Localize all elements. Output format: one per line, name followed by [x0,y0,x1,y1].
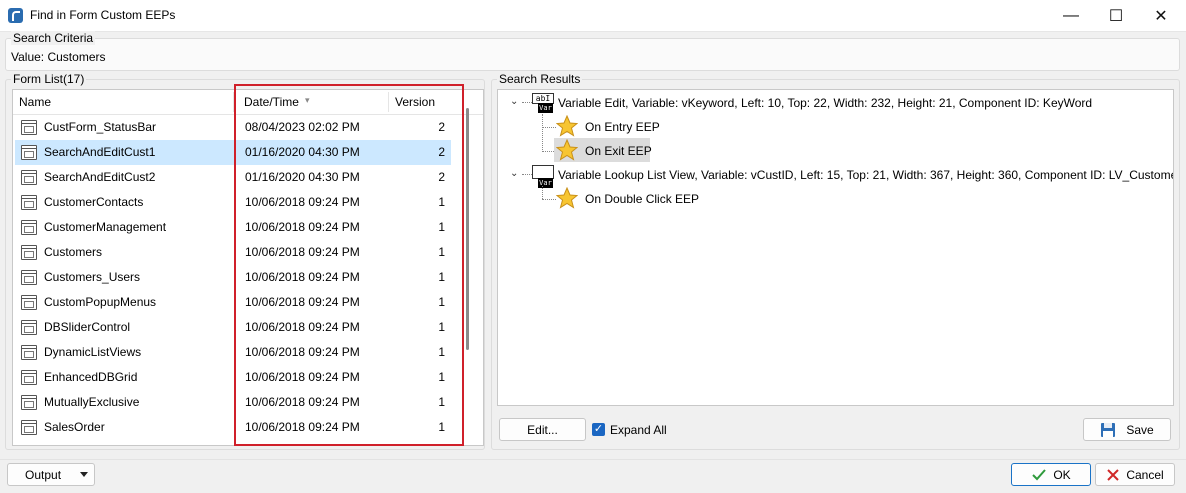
tree-connector [542,127,556,128]
expand-all-label[interactable]: Expand All [610,423,667,437]
form-name: EnhancedDBGrid [44,370,138,384]
tree-connector [522,102,532,103]
tree-node-label[interactable]: On Entry EEP [585,120,660,134]
expand-all-checkbox[interactable]: ✓ [592,423,605,436]
chevron-down-icon[interactable]: ⌄ [510,168,518,179]
maximize-button[interactable]: ☐ [1093,0,1139,31]
form-name: SearchAndEditCust1 [44,145,156,159]
form-name: CustomerManagement [44,220,167,234]
footer-separator [0,459,1186,460]
tree-node-label[interactable]: Variable Edit, Variable: vKeyword, Left:… [558,96,1092,110]
cancel-button[interactable]: Cancel [1095,463,1175,486]
tree-connector [522,174,532,175]
form-icon [21,195,37,210]
lookup-list-view-icon-top [532,165,554,179]
form-icon [21,270,37,285]
form-name: Customers_Users [44,270,141,284]
form-name: DBSliderControl [44,320,131,334]
form-name: SalesOrder [44,420,105,434]
search-criteria-group [5,38,1180,71]
chevron-down-icon[interactable]: ⌄ [510,96,518,107]
form-icon [21,420,37,435]
form-icon [21,395,37,410]
tree-connector [542,114,543,152]
search-results-tree[interactable]: ⌄ abI Var Variable Edit, Variable: vKeyw… [497,89,1174,406]
caret-down-icon [80,472,88,477]
variable-edit-icon: abI Var [532,93,554,113]
search-value-text: Value: Customers [11,50,106,64]
search-results-legend: Search Results [497,72,583,86]
tree-node-label[interactable]: Variable Lookup List View, Variable: vCu… [558,168,1173,182]
form-name: Customers [44,245,103,259]
form-name: CustForm_StatusBar [44,120,157,134]
form-icon [21,145,37,160]
save-button[interactable]: Save [1083,418,1171,441]
form-icon [21,245,37,260]
form-name: CustomerContacts [44,195,144,209]
tree-node-label[interactable]: On Double Click EEP [585,192,699,206]
form-icon [21,120,37,135]
tree-node-label[interactable]: On Exit EEP [585,144,652,158]
ok-button[interactable]: OK [1011,463,1091,486]
title-bar: Find in Form Custom EEPs — ☐ ✕ [0,0,1186,32]
form-name: DynamicListViews [44,345,142,359]
save-label: Save [1126,422,1154,437]
star-icon [555,114,579,137]
checkmark-icon [1032,468,1047,480]
form-name: SearchAndEditCust2 [44,170,156,184]
tree-connector [542,199,556,200]
close-button[interactable]: ✕ [1138,0,1184,31]
star-icon [555,186,579,209]
app-icon [8,8,23,23]
tree-connector [542,186,543,199]
form-icon [21,295,37,310]
form-icon [21,345,37,360]
column-header-name[interactable]: Name [19,95,51,109]
star-icon [555,138,579,161]
save-icon [1101,422,1116,437]
lookup-list-view-icon-bottom: Var [538,178,553,188]
ok-label: OK [1053,467,1071,482]
form-icon [21,320,37,335]
output-label: Output [25,467,62,482]
window-title: Find in Form Custom EEPs [30,8,176,22]
annotation-highlight-box [234,84,464,446]
lookup-list-view-icon: Var [532,165,554,188]
form-list-scrollbar[interactable] [466,108,469,350]
form-name: CustomPopupMenus [44,295,157,309]
form-icon [21,170,37,185]
search-criteria-legend: Search Criteria [11,31,96,45]
form-icon [21,370,37,385]
form-icon [21,220,37,235]
edit-button[interactable]: Edit... [499,418,586,441]
form-name: MutuallyExclusive [44,395,140,409]
cancel-label: Cancel [1126,467,1164,482]
x-icon [1107,468,1120,481]
minimize-button[interactable]: — [1048,0,1094,31]
form-list-legend: Form List(17) [11,72,87,86]
output-dropdown[interactable]: Output [7,463,95,486]
variable-edit-icon-bottom: Var [538,103,553,113]
